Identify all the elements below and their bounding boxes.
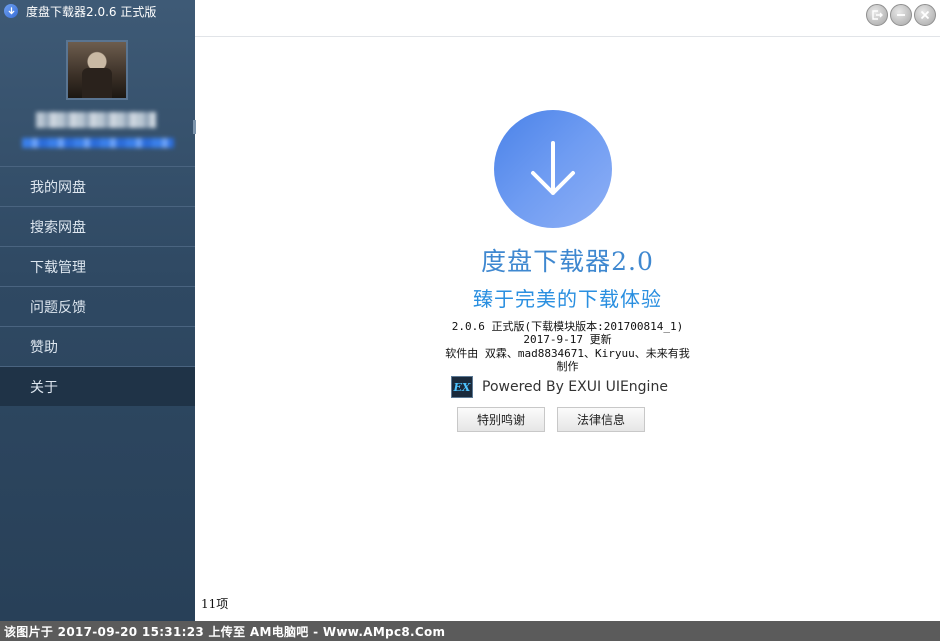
credits: 软件由 双霖、mad8834671、Kiryuu、未来有我 bbox=[445, 347, 690, 360]
version-info: 2.0.6 正式版(下载模块版本:201700814_1) bbox=[451, 320, 684, 333]
sidebar-item-feedback[interactable]: 问题反馈 bbox=[0, 286, 195, 326]
download-arrow-icon bbox=[531, 141, 575, 195]
sidebar-item-search-disk[interactable]: 搜索网盘 bbox=[0, 206, 195, 246]
close-icon bbox=[920, 10, 930, 20]
sidebar-item-sponsor[interactable]: 赞助 bbox=[0, 326, 195, 366]
app-logo bbox=[494, 110, 612, 228]
exui-logo-icon: EX bbox=[451, 376, 473, 398]
exit-button[interactable] bbox=[866, 4, 888, 26]
exit-icon bbox=[872, 10, 883, 20]
powered-by-text: Powered By EXUI UIEngine bbox=[482, 379, 668, 395]
avatar[interactable] bbox=[66, 40, 128, 100]
about-title: 度盘下载器2.0 bbox=[481, 247, 654, 276]
app-title-bar: 度盘下载器2.0.6 正式版 bbox=[0, 0, 195, 22]
app-title: 度盘下载器2.0.6 正式版 bbox=[26, 4, 157, 19]
about-slogan: 臻于完美的下载体验 bbox=[473, 287, 662, 311]
blurred-username bbox=[36, 112, 156, 128]
top-bar bbox=[195, 0, 940, 37]
sidebar-nav: 我的网盘 搜索网盘 下载管理 问题反馈 赞助 关于 bbox=[0, 166, 195, 406]
sidebar: 度盘下载器2.0.6 正式版 我的网盘 搜索网盘 下载管理 问题反馈 赞助 关于 bbox=[0, 0, 196, 621]
update-date: 2017-9-17 更新 bbox=[523, 333, 612, 346]
download-app-icon bbox=[4, 4, 18, 18]
powered-by: EX Powered By EXUI UIEngine bbox=[451, 375, 668, 399]
sidebar-item-my-disk[interactable]: 我的网盘 bbox=[0, 166, 195, 206]
minimize-button[interactable] bbox=[890, 4, 912, 26]
special-thanks-button[interactable]: 特别鸣谢 bbox=[457, 407, 545, 432]
blurred-account-info bbox=[22, 138, 174, 148]
close-button[interactable] bbox=[914, 4, 936, 26]
legal-info-button[interactable]: 法律信息 bbox=[557, 407, 645, 432]
item-count: 11项 bbox=[201, 597, 229, 611]
sidebar-item-about[interactable]: 关于 bbox=[0, 366, 195, 406]
sidebar-item-download-manager[interactable]: 下载管理 bbox=[0, 246, 195, 286]
minimize-icon bbox=[897, 14, 905, 16]
upload-watermark: 该图片于 2017-09-20 15:31:23 上传至 AM电脑吧 - Www… bbox=[0, 621, 940, 641]
sidebar-collapse-handle[interactable] bbox=[193, 120, 196, 134]
window-controls bbox=[866, 4, 936, 26]
credits-continued: 制作 bbox=[556, 360, 579, 373]
